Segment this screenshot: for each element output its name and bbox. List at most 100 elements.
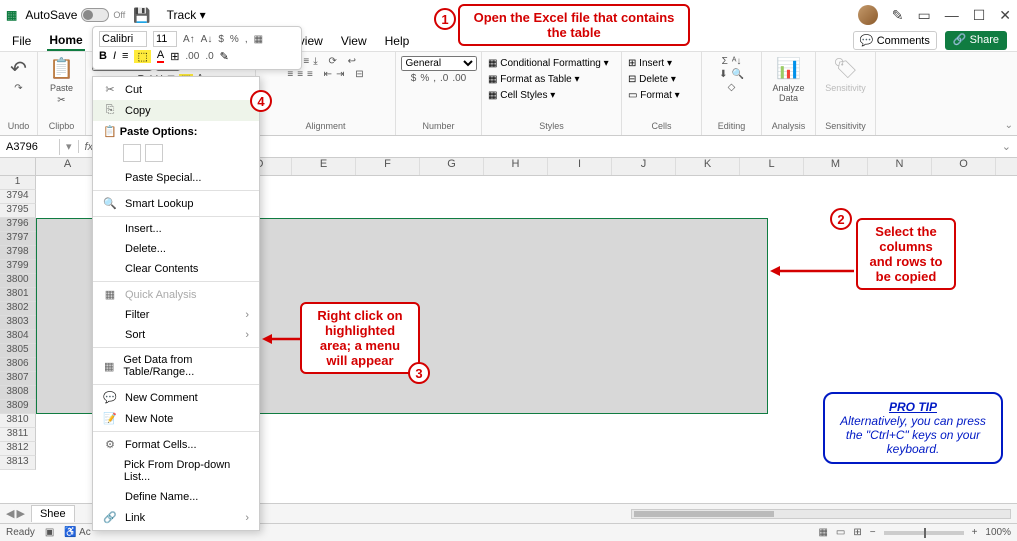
paste-opt-2[interactable] [145, 144, 163, 162]
menu-define-name[interactable]: Define Name... [93, 487, 259, 507]
row-hdr[interactable]: 3801 [0, 288, 36, 302]
toggle-switch[interactable] [81, 8, 109, 22]
zoom-slider[interactable] [884, 531, 964, 535]
row-hdr[interactable]: 3804 [0, 330, 36, 344]
orient-icon[interactable]: ⟳ [328, 56, 336, 67]
fmt-table-btn[interactable]: ▦ Format as Table ▾ [488, 72, 609, 88]
maximize-icon[interactable]: ☐ [973, 7, 986, 24]
menu-link[interactable]: 🔗Link› [93, 507, 259, 528]
paste-icon[interactable]: 📋 [49, 56, 74, 81]
row-hdr[interactable]: 3805 [0, 344, 36, 358]
menu-get-data[interactable]: ▦Get Data from Table/Range... [93, 350, 259, 382]
row-hdr[interactable]: 3796 [0, 218, 36, 232]
macro-icon[interactable]: ▣ [45, 527, 54, 538]
comma-btn[interactable]: , [433, 73, 436, 84]
h-scrollbar[interactable] [631, 509, 1011, 519]
align-right-icon[interactable]: ≡ [307, 69, 313, 80]
row-hdr[interactable]: 3807 [0, 372, 36, 386]
increase-font-icon[interactable]: A↑ [183, 34, 195, 45]
row-hdr[interactable]: 3794 [0, 190, 36, 204]
format-btn[interactable]: ▭ Format ▾ [628, 88, 680, 104]
view-normal-icon[interactable]: ▦ [818, 527, 827, 538]
menu-copy[interactable]: ⎘Copy [93, 100, 259, 121]
row-hdr[interactable]: 3809 [0, 400, 36, 414]
delete-btn[interactable]: ⊟ Delete ▾ [628, 72, 680, 88]
col-O[interactable]: O [932, 158, 996, 175]
menu-new-note[interactable]: 📝New Note [93, 408, 259, 429]
decrease-font-icon[interactable]: A↓ [201, 34, 213, 45]
zoom-level[interactable]: 100% [985, 527, 1011, 538]
menu-delete[interactable]: Delete... [93, 239, 259, 259]
row-hdr[interactable]: 3812 [0, 442, 36, 456]
col-M[interactable]: M [804, 158, 868, 175]
tab-help[interactable]: Help [383, 32, 412, 50]
name-box[interactable]: A3796 [0, 139, 60, 155]
accessibility-icon[interactable]: ♿ Ac [64, 527, 90, 538]
cut-icon[interactable]: ✂ [57, 95, 65, 106]
row-hdr[interactable]: 3813 [0, 456, 36, 470]
redo-icon[interactable]: ↷ [14, 83, 22, 94]
namebox-chevron-icon[interactable]: ▾ [60, 140, 79, 153]
col-I[interactable]: I [548, 158, 612, 175]
menu-pick-list[interactable]: Pick From Drop-down List... [93, 455, 259, 487]
fill-color-icon[interactable]: ⬚ [134, 50, 150, 63]
ribbon-options-icon[interactable]: ▭ [917, 7, 930, 24]
menu-sort[interactable]: Sort› [93, 325, 259, 345]
cell-styles-btn[interactable]: ▦ Cell Styles ▾ [488, 88, 609, 104]
italic-icon[interactable]: I [113, 50, 116, 62]
border-icon[interactable]: ⊞ [170, 50, 179, 63]
merge-icon[interactable]: ⊟ [355, 69, 363, 80]
sum-icon[interactable]: Σ [722, 56, 728, 67]
col-K[interactable]: K [676, 158, 740, 175]
zoom-out-icon[interactable]: − [870, 527, 876, 538]
analyze-icon[interactable]: 📊 [776, 56, 801, 81]
col-A[interactable]: A [36, 158, 100, 175]
find-icon[interactable]: 🔍 [731, 69, 743, 80]
cond-fmt-btn[interactable]: ▦ Conditional Formatting ▾ [488, 56, 609, 72]
row-hdr[interactable]: 3802 [0, 302, 36, 316]
sheet-tab[interactable]: Shee [31, 505, 75, 522]
format-painter-icon[interactable]: ✎ [220, 50, 229, 63]
minimize-icon[interactable]: — [945, 7, 959, 23]
indent-dec-icon[interactable]: ⇤ [324, 69, 332, 80]
select-all-corner[interactable] [0, 158, 36, 175]
insert-btn[interactable]: ⊞ Insert ▾ [628, 56, 680, 72]
row-hdr[interactable]: 3795 [0, 204, 36, 218]
menu-clear[interactable]: Clear Contents [93, 259, 259, 279]
row-hdr[interactable]: 3808 [0, 386, 36, 400]
formula-expand-icon[interactable]: ⌄ [996, 140, 1017, 153]
close-icon[interactable]: ✕ [999, 7, 1011, 24]
align-bot-icon[interactable]: ⤓ [313, 56, 317, 67]
tab-file[interactable]: File [10, 32, 33, 50]
percent-btn[interactable]: % [420, 73, 429, 84]
percent-icon[interactable]: % [230, 34, 239, 45]
mini-size[interactable] [153, 31, 177, 47]
indent-inc-icon[interactable]: ⇥ [336, 69, 344, 80]
menu-format-cells[interactable]: ⚙Format Cells... [93, 434, 259, 455]
col-N[interactable]: N [868, 158, 932, 175]
avatar[interactable] [858, 5, 878, 25]
sort-icon[interactable]: ᴬ↓ [732, 56, 742, 67]
dec-inc-btn[interactable]: .0 [440, 73, 448, 84]
autosave-toggle[interactable]: AutoSave Off [25, 8, 125, 22]
decimal-inc-icon[interactable]: .00 [185, 51, 199, 62]
row-hdr[interactable]: 3803 [0, 316, 36, 330]
pen-icon[interactable]: ✎ [892, 7, 904, 24]
align-mid-icon[interactable]: ≡ [303, 56, 309, 67]
row-hdr[interactable]: 3799 [0, 260, 36, 274]
row-hdr[interactable]: 3811 [0, 428, 36, 442]
dec-dec-btn[interactable]: .00 [452, 73, 466, 84]
table-icon[interactable]: ▦ [254, 34, 263, 45]
scroll-thumb[interactable] [634, 511, 774, 517]
row-hdr[interactable]: 3800 [0, 274, 36, 288]
undo-icon[interactable]: ↶ [10, 56, 27, 81]
view-layout-icon[interactable]: ▭ [836, 527, 845, 538]
mini-toolbar[interactable]: A↑ A↓ $ % , ▦ B I ≡ ⬚ A ⊞ .00 .0 ✎ [92, 26, 302, 70]
row-hdr[interactable]: 3797 [0, 232, 36, 246]
align-icon[interactable]: ≡ [122, 50, 128, 62]
col-F[interactable]: F [356, 158, 420, 175]
collapse-ribbon-icon[interactable]: ⌄ [1005, 120, 1013, 131]
align-center-icon[interactable]: ≡ [297, 69, 303, 80]
comments-button[interactable]: 💬 Comments [853, 31, 937, 50]
mini-font[interactable] [99, 31, 147, 47]
